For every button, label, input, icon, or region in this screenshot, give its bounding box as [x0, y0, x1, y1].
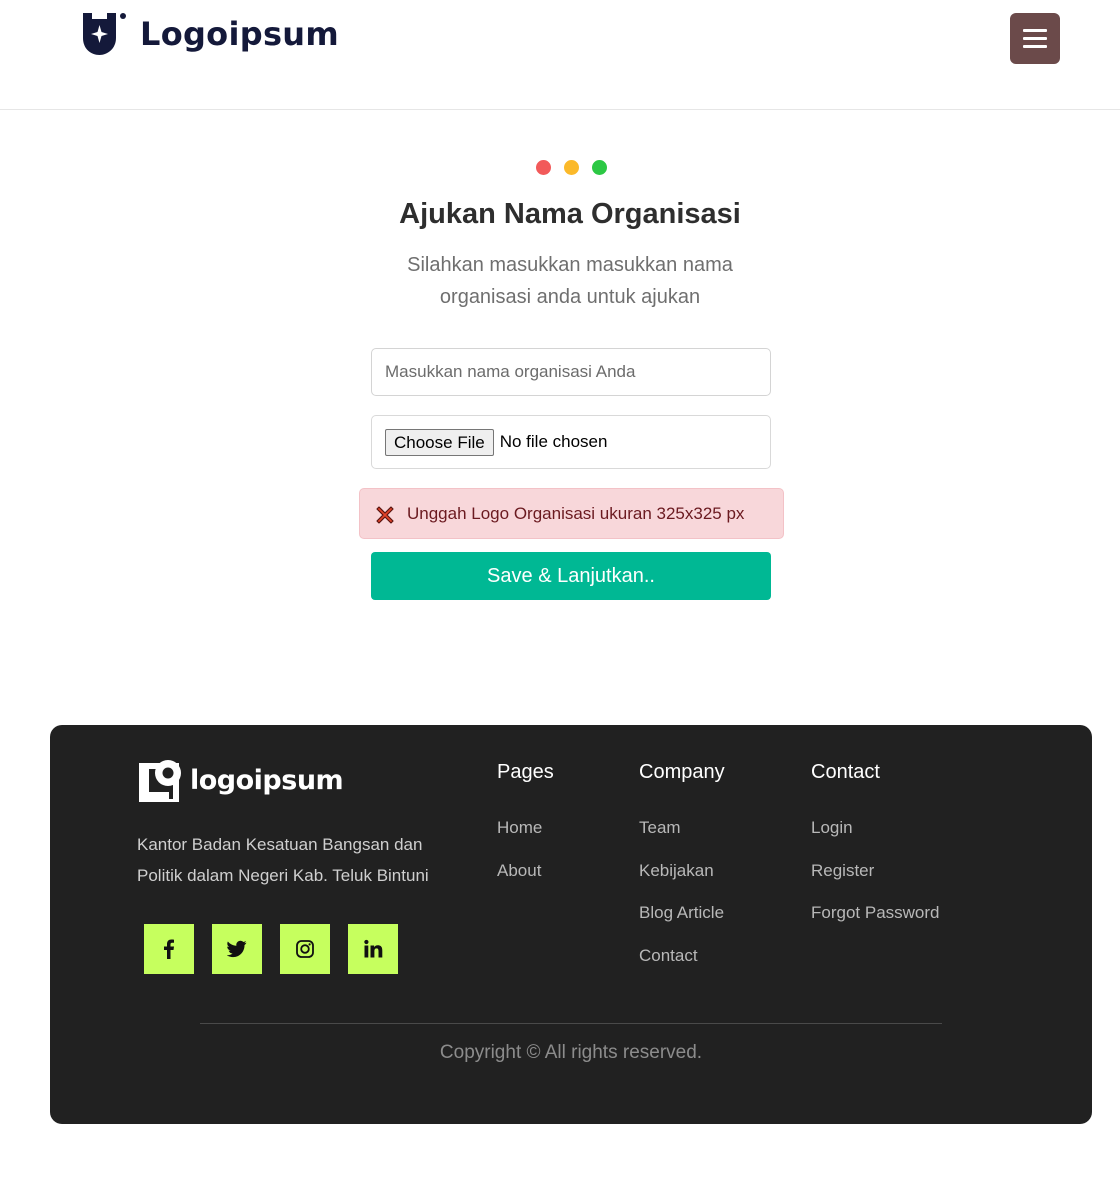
footer-link-contact[interactable]: Contact: [639, 946, 725, 989]
site-footer: logoipsum Kantor Badan Kesatuan Bangsan …: [50, 725, 1092, 1124]
social-links: [144, 924, 398, 974]
footer-link-blog-article[interactable]: Blog Article: [639, 903, 725, 946]
footer-divider: [200, 1023, 942, 1024]
org-name-input[interactable]: [371, 348, 771, 396]
menu-button[interactable]: [1010, 13, 1060, 64]
window-dots: [536, 160, 607, 175]
facebook-link[interactable]: [144, 924, 194, 974]
facebook-icon: [164, 939, 174, 959]
red-dot: [536, 160, 551, 175]
alert-message: Unggah Logo Organisasi ukuran 325x325 px: [407, 503, 745, 523]
site-header: Logoipsum: [0, 0, 1120, 110]
footer-link-home[interactable]: Home: [497, 818, 554, 861]
footer-col-contact: Contact Login Register Forgot Password: [811, 761, 940, 946]
brand-name: Logoipsum: [140, 15, 340, 53]
page-subtitle: Silahkan masukkan masukkan nama organisa…: [407, 254, 733, 308]
red-x-icon: [376, 506, 394, 524]
instagram-icon: [296, 940, 314, 958]
footer-link-team[interactable]: Team: [639, 818, 725, 861]
footer-logo[interactable]: logoipsum: [139, 758, 344, 802]
footer-logo-text: logoipsum: [190, 764, 344, 796]
footer-link-about[interactable]: About: [497, 861, 554, 904]
hamburger-icon: [1023, 29, 1047, 32]
save-continue-button[interactable]: Save & Lanjutkan..: [371, 552, 771, 600]
logo-file-input[interactable]: Choose File No file chosen: [371, 415, 771, 469]
logoipsum-mark-icon: [83, 13, 126, 55]
page-title: Ajukan Nama Organisasi: [399, 198, 741, 230]
company-heading: Company: [639, 761, 725, 783]
copyright-text: Copyright © All rights reserved.: [439, 1042, 703, 1063]
yellow-dot: [564, 160, 579, 175]
footer-link-login[interactable]: Login: [811, 818, 940, 861]
file-status: No file chosen: [499, 432, 608, 451]
logoipsum-footer-mark-icon: [139, 760, 181, 802]
linkedin-icon: [364, 939, 383, 958]
twitter-link[interactable]: [212, 924, 262, 974]
green-dot: [592, 160, 607, 175]
footer-col-pages: Pages Home About: [497, 761, 554, 903]
pages-heading: Pages: [497, 761, 554, 783]
upload-alert: Unggah Logo Organisasi ukuran 325x325 px: [359, 488, 784, 539]
footer-description: Kantor Badan Kesatuan Bangsan dan Politi…: [137, 835, 429, 885]
footer-link-forgot-password[interactable]: Forgot Password: [811, 903, 940, 946]
footer-link-kebijakan[interactable]: Kebijakan: [639, 861, 725, 904]
footer-col-company: Company Team Kebijakan Blog Article Cont…: [639, 761, 725, 988]
linkedin-link[interactable]: [348, 924, 398, 974]
twitter-icon: [227, 940, 247, 958]
brand-logo[interactable]: Logoipsum: [82, 12, 339, 56]
choose-file-button[interactable]: Choose File: [385, 428, 494, 456]
instagram-link[interactable]: [280, 924, 330, 974]
footer-link-register[interactable]: Register: [811, 861, 940, 904]
contact-heading: Contact: [811, 761, 880, 783]
